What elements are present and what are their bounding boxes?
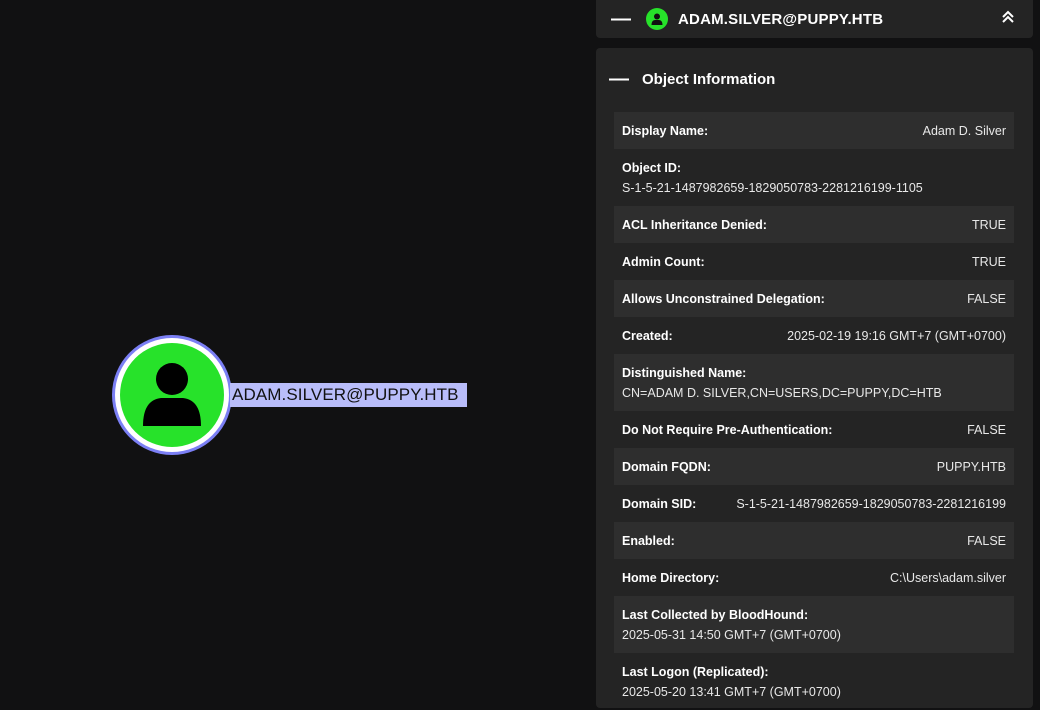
user-node-ring (115, 338, 229, 452)
user-node-label[interactable]: ADAM.SILVER@PUPPY.HTB (230, 383, 467, 407)
property-key: Display Name: (622, 123, 709, 138)
property-value: PUPPY.HTB (936, 459, 1006, 474)
user-icon (120, 343, 224, 447)
property-value: TRUE (971, 254, 1006, 269)
property-key: ACL Inheritance Denied: (622, 217, 767, 232)
section-title: Object Information (642, 70, 776, 88)
property-key: Home Directory: (622, 570, 720, 585)
property-key: Object ID: (622, 160, 682, 175)
property-value: Adam D. Silver (922, 123, 1006, 138)
property-key: Last Collected by BloodHound: (622, 607, 809, 622)
object-information-section: — Object Information Display Name: Adam … (596, 48, 1033, 708)
property-value: C:\Users\adam.silver (890, 570, 1006, 585)
property-value: FALSE (967, 291, 1006, 306)
property-key: Last Logon (Replicated): (622, 664, 769, 679)
graph-canvas[interactable]: ADAM.SILVER@PUPPY.HTB (0, 0, 596, 692)
property-value: S-1-5-21-1487982659-1829050783-228121619… (736, 496, 1006, 511)
property-row-domain-sid: Domain SID: S-1-5-21-1487982659-18290507… (614, 485, 1014, 522)
section-header[interactable]: — Object Information (596, 48, 1033, 110)
property-key: Enabled: (622, 533, 675, 548)
property-row-admin-count: Admin Count: TRUE (614, 243, 1014, 280)
collapse-icon[interactable]: — (596, 8, 646, 31)
property-row-home-directory: Home Directory: C:\Users\adam.silver (614, 559, 1014, 596)
property-key: Allows Unconstrained Delegation: (622, 291, 825, 306)
property-row-domain-fqdn: Domain FQDN: PUPPY.HTB (614, 448, 1014, 485)
collapse-icon[interactable]: — (596, 68, 642, 91)
property-row-distinguished-name: Distinguished Name: CN=ADAM D. SILVER,CN… (614, 354, 1014, 411)
property-row-created: Created: 2025-02-19 19:16 GMT+7 (GMT+070… (614, 317, 1014, 354)
property-value: TRUE (971, 217, 1006, 232)
property-row-acl-inheritance: ACL Inheritance Denied: TRUE (614, 206, 1014, 243)
user-node[interactable] (112, 335, 232, 455)
property-row-last-logon: Last Logon (Replicated): 2025-05-20 13:4… (614, 653, 1014, 710)
property-row-no-preauth: Do Not Require Pre-Authentication: FALSE (614, 411, 1014, 448)
property-row-display-name: Display Name: Adam D. Silver (614, 112, 1014, 149)
property-key: Domain FQDN: (622, 459, 711, 474)
property-value: FALSE (967, 533, 1006, 548)
property-key: Distinguished Name: (622, 365, 747, 380)
property-row-enabled: Enabled: FALSE (614, 522, 1014, 559)
property-row-object-id: Object ID: S-1-5-21-1487982659-182905078… (614, 149, 1014, 206)
property-key: Do Not Require Pre-Authentication: (622, 422, 833, 437)
property-value: FALSE (967, 422, 1006, 437)
property-key: Admin Count: (622, 254, 705, 269)
entity-title: ADAM.SILVER@PUPPY.HTB (678, 10, 884, 28)
user-icon (646, 8, 668, 30)
property-value: 2025-02-19 19:16 GMT+7 (GMT+0700) (787, 328, 1006, 343)
property-value: 2025-05-31 14:50 GMT+7 (GMT+0700) (622, 627, 841, 642)
property-key: Domain SID: (622, 496, 697, 511)
property-row-unconstrained-delegation: Allows Unconstrained Delegation: FALSE (614, 280, 1014, 317)
property-row-last-collected: Last Collected by BloodHound: 2025-05-31… (614, 596, 1014, 653)
chevrons-up-icon[interactable] (983, 10, 1033, 29)
property-value: CN=ADAM D. SILVER,CN=USERS,DC=PUPPY,DC=H… (622, 385, 942, 400)
property-list: Display Name: Adam D. Silver Object ID: … (614, 112, 1014, 710)
entity-panel-header: — ADAM.SILVER@PUPPY.HTB (596, 0, 1033, 38)
property-value: S-1-5-21-1487982659-1829050783-228121619… (622, 180, 923, 195)
property-key: Created: (622, 328, 673, 343)
